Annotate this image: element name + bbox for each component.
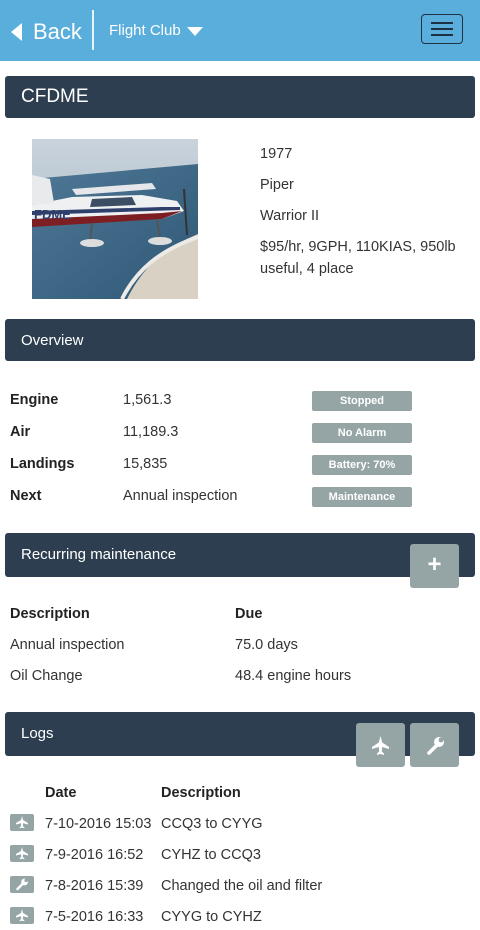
log-entry-description: Changed the oil and filter xyxy=(161,878,323,894)
aircraft-specs-line2: useful, 4 place xyxy=(260,261,354,277)
top-navbar: Back Flight Club xyxy=(0,0,480,61)
navbar-divider xyxy=(92,10,94,50)
next-label: Next xyxy=(10,488,42,504)
maintenance-due-header: Due xyxy=(235,606,263,622)
engine-value: 1,561.3 xyxy=(123,392,172,408)
maintenance-description-header: Description xyxy=(10,606,90,622)
maintenance-header: Recurring maintenance xyxy=(5,533,475,577)
airplane-icon xyxy=(10,814,34,831)
hamburger-line xyxy=(431,34,453,36)
log-entry-date: 7-10-2016 15:03 xyxy=(45,816,152,832)
log-entry-description: CYHZ to CCQ3 xyxy=(161,847,261,863)
air-value: 11,189.3 xyxy=(123,424,179,440)
logs-date-header: Date xyxy=(45,785,77,801)
aircraft-title-bar: CFDME xyxy=(5,76,475,118)
club-dropdown[interactable]: Flight Club xyxy=(109,22,203,39)
hamburger-line xyxy=(431,22,453,24)
logs-description-header: Description xyxy=(161,785,241,801)
log-entry-date: 7-8-2016 15:39 xyxy=(45,878,144,894)
logs-title: Logs xyxy=(21,725,54,742)
aircraft-photo-image: FDME xyxy=(32,139,198,299)
overview-title: Overview xyxy=(21,332,84,349)
maintenance-item-description: Annual inspection xyxy=(10,637,125,653)
alarm-status-badge: No Alarm xyxy=(312,423,412,443)
log-entry-date: 7-5-2016 16:33 xyxy=(45,909,144,925)
back-button[interactable]: Back xyxy=(11,16,82,48)
log-entry-description: CCQ3 to CYYG xyxy=(161,816,263,832)
landings-label: Landings xyxy=(10,456,75,472)
club-dropdown-label: Flight Club xyxy=(109,22,181,39)
aircraft-model: Warrior II xyxy=(260,208,320,224)
hamburger-line xyxy=(431,28,453,30)
add-maintenance-button[interactable]: + xyxy=(410,544,459,588)
maintenance-item-due: 48.4 engine hours xyxy=(235,668,352,684)
battery-status-badge: Battery: 70% xyxy=(312,455,412,475)
hamburger-menu-button[interactable] xyxy=(421,14,463,44)
airplane-icon xyxy=(10,907,34,924)
engine-label: Engine xyxy=(10,392,59,408)
aircraft-specs-line1: $95/hr, 9GPH, 110KIAS, 950lb xyxy=(260,239,456,255)
airplane-icon xyxy=(372,736,389,755)
back-arrow-icon xyxy=(11,23,22,41)
maintenance-status-badge: Maintenance xyxy=(312,487,412,507)
add-maintenance-log-button[interactable] xyxy=(410,723,459,767)
wrench-icon xyxy=(427,737,444,755)
air-label: Air xyxy=(10,424,31,440)
back-label: Back xyxy=(33,19,82,44)
landings-value: 15,835 xyxy=(123,456,168,472)
airplane-icon xyxy=(10,845,34,862)
overview-header: Overview xyxy=(5,319,475,361)
engine-status-badge: Stopped xyxy=(312,391,412,411)
maintenance-title: Recurring maintenance xyxy=(21,546,177,563)
aircraft-year: 1977 xyxy=(260,146,293,162)
caret-down-icon xyxy=(186,26,203,36)
wrench-icon xyxy=(10,876,34,893)
photo-registration-text: FDME xyxy=(34,207,71,222)
aircraft-photo: FDME xyxy=(32,139,198,299)
plus-icon: + xyxy=(427,551,442,578)
log-entry-date: 7-9-2016 16:52 xyxy=(45,847,144,863)
maintenance-item-description: Oil Change xyxy=(10,668,83,684)
aircraft-registration: CFDME xyxy=(21,86,89,107)
aircraft-make: Piper xyxy=(260,177,294,193)
add-flight-log-button[interactable] xyxy=(356,723,405,767)
next-value: Annual inspection xyxy=(123,488,238,504)
log-entry-description: CYYG to CYHZ xyxy=(161,909,262,925)
maintenance-item-due: 75.0 days xyxy=(235,637,298,653)
